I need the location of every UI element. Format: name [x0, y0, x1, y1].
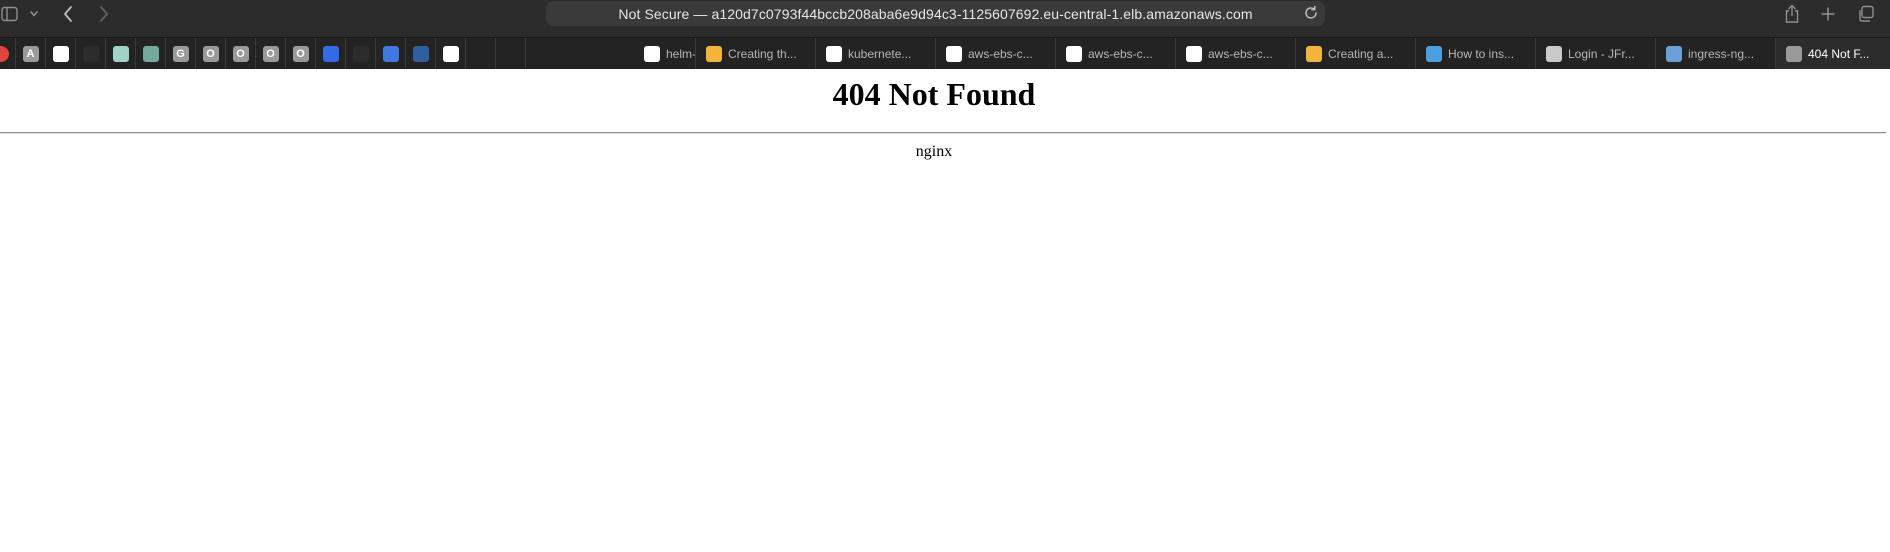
- github-icon: [1186, 45, 1202, 62]
- github-icon: [52, 45, 69, 62]
- pinned-tab[interactable]: O: [256, 38, 286, 69]
- tab[interactable]: helm-: [634, 38, 696, 69]
- app-icon: [112, 45, 129, 62]
- github-icon: [826, 45, 842, 62]
- address-text: Not Secure — a120d7c0793f44bccb208aba6e9…: [618, 5, 1253, 22]
- tab-title: aws-ebs-c...: [1208, 46, 1273, 61]
- pinned-tab[interactable]: A: [16, 38, 46, 69]
- tab-active[interactable]: 404 Not F...: [1776, 38, 1890, 69]
- new-tab-icon[interactable]: [1818, 0, 1838, 28]
- tab-overview-icon[interactable]: [1855, 0, 1877, 28]
- octopus-icon: [1426, 45, 1442, 62]
- kubernetes-icon: [322, 45, 339, 62]
- pinned-tab[interactable]: [406, 38, 436, 69]
- red-circle-icon: [0, 45, 9, 62]
- tab[interactable]: Creating a...: [1296, 38, 1416, 69]
- letter-o-icon: O: [292, 45, 309, 62]
- letter-a-icon: [1786, 45, 1802, 62]
- tab-title: 404 Not F...: [1808, 46, 1870, 61]
- pinned-tab[interactable]: O: [196, 38, 226, 69]
- hexagon-icon: [412, 45, 429, 62]
- tab-title: aws-ebs-c...: [968, 46, 1033, 61]
- pinned-tab[interactable]: [496, 38, 526, 69]
- tab[interactable]: Login - JFr...: [1536, 38, 1656, 69]
- tab-title: kubernete...: [848, 46, 912, 61]
- tab-strip: A G O O O Ohelm- Creating th... kubernete... aws…: [0, 37, 1890, 69]
- back-icon[interactable]: [58, 0, 78, 28]
- page-title: 404 Not Found: [832, 76, 1036, 112]
- github-icon: [946, 45, 962, 62]
- pinned-tab[interactable]: [76, 38, 106, 69]
- pinned-tab[interactable]: [466, 38, 496, 69]
- pinned-tab[interactable]: [46, 38, 76, 69]
- letter-o-icon: O: [202, 45, 219, 62]
- server-name: nginx: [915, 143, 953, 160]
- pinned-tab[interactable]: [316, 38, 346, 69]
- tab[interactable]: How to ins...: [1416, 38, 1536, 69]
- letter-g-icon: G: [172, 45, 189, 62]
- jfrog-icon: [1546, 45, 1562, 62]
- letter-o-icon: O: [232, 45, 249, 62]
- tab[interactable]: aws-ebs-c...: [1176, 38, 1296, 69]
- forward-icon[interactable]: [94, 0, 114, 28]
- tab-title: ingress-ng...: [1688, 46, 1755, 61]
- tab-title: Creating th...: [728, 46, 797, 61]
- github-icon: [1066, 45, 1082, 62]
- address-bar[interactable]: Not Secure — a120d7c0793f44bccb208aba6e9…: [546, 1, 1325, 26]
- chevron-down-icon[interactable]: [26, 0, 42, 28]
- letter-o-icon: O: [262, 45, 279, 62]
- sidebar-icon[interactable]: [0, 0, 20, 28]
- aws-box-icon: [1306, 45, 1322, 62]
- share-icon[interactable]: [1782, 0, 1802, 28]
- tab[interactable]: aws-ebs-c...: [936, 38, 1056, 69]
- stackoverflow-icon: [82, 45, 99, 62]
- pinned-tab[interactable]: [436, 38, 466, 69]
- reload-icon[interactable]: [1303, 5, 1319, 26]
- pinned-tab[interactable]: G: [166, 38, 196, 69]
- letter-a-icon: A: [22, 45, 39, 62]
- tab[interactable]: aws-ebs-c...: [1056, 38, 1176, 69]
- pinned-tab[interactable]: [376, 38, 406, 69]
- openai-icon: [142, 45, 159, 62]
- argo-icon: [352, 45, 369, 62]
- pinned-tab[interactable]: O: [226, 38, 256, 69]
- tab-title: How to ins...: [1448, 46, 1515, 61]
- pinned-tab[interactable]: [0, 38, 16, 69]
- tab-title: Creating a...: [1328, 46, 1394, 61]
- tab[interactable]: ingress-ng...: [1656, 38, 1776, 69]
- divider: [0, 132, 1886, 134]
- aws-box-icon: [706, 45, 722, 62]
- tab-title: aws-ebs-c...: [1088, 46, 1153, 61]
- pinned-tab[interactable]: [136, 38, 166, 69]
- pinned-tab[interactable]: O: [286, 38, 316, 69]
- tab-title: helm-: [666, 46, 695, 61]
- pinned-tab[interactable]: [106, 38, 136, 69]
- tab[interactable]: Creating th...: [696, 38, 816, 69]
- tab[interactable]: kubernete...: [816, 38, 936, 69]
- pinned-tab[interactable]: [346, 38, 376, 69]
- github-icon: [644, 45, 660, 62]
- hexagon-icon: [1666, 45, 1682, 62]
- jira-icon: [442, 45, 459, 62]
- browser-toolbar: Not Secure — a120d7c0793f44bccb208aba6e9…: [0, 0, 1890, 37]
- tab-title: Login - JFr...: [1568, 46, 1635, 61]
- app-icon: [382, 45, 399, 62]
